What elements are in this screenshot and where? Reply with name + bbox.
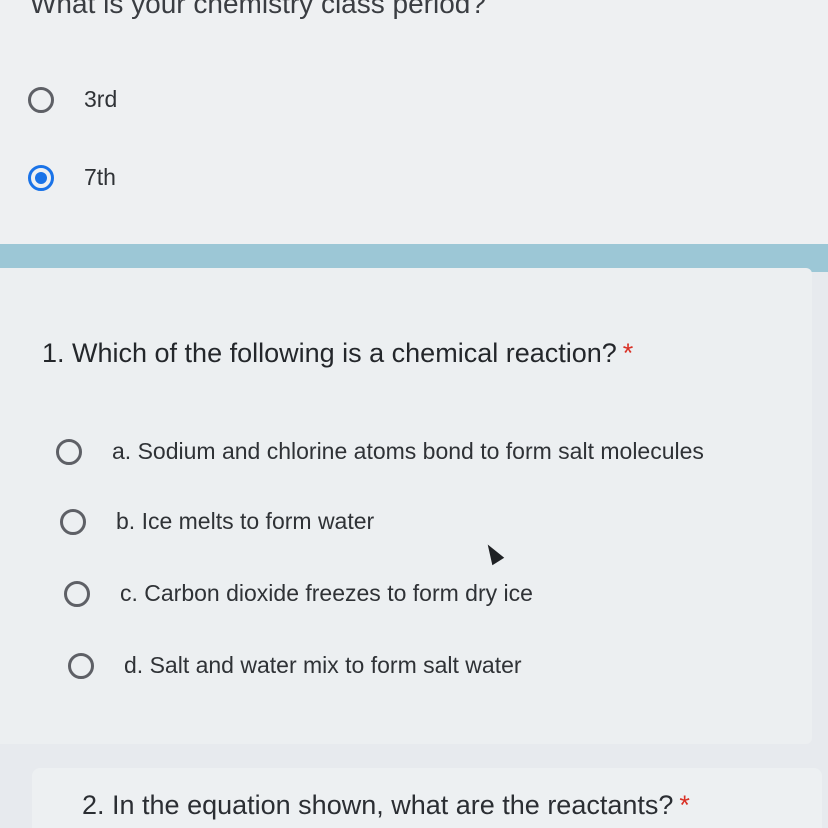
question-title: 1. Which of the following is a chemical …	[42, 338, 633, 369]
option-label: 3rd	[84, 86, 118, 112]
radio-button[interactable]	[68, 652, 94, 679]
option-d[interactable]: d. Salt and water mix to form salt water	[68, 652, 522, 679]
option-label: d. Salt and water mix to form salt water	[124, 652, 522, 678]
option-label: b. Ice melts to form water	[116, 508, 375, 534]
question-card-2: 2. In the equation shown, what are the r…	[32, 768, 822, 828]
option-b[interactable]: b. Ice melts to form water	[60, 508, 374, 535]
option-7th[interactable]: 7th	[28, 164, 116, 191]
radio-button[interactable]	[56, 438, 82, 465]
option-c[interactable]: c. Carbon dioxide freezes to form dry ic…	[64, 580, 533, 607]
option-a[interactable]: a. Sodium and chlorine atoms bond to for…	[56, 438, 704, 465]
option-label: a. Sodium and chlorine atoms bond to for…	[112, 438, 704, 464]
question-card-class-period: What is your chemistry class period? 3rd…	[0, 0, 828, 245]
question-title: 2. In the equation shown, what are the r…	[82, 790, 690, 821]
option-3rd[interactable]: 3rd	[28, 86, 117, 113]
question-card-1: 1. Which of the following is a chemical …	[0, 268, 812, 744]
radio-button[interactable]	[60, 508, 86, 535]
option-label: 7th	[84, 164, 116, 190]
required-asterisk: *	[622, 338, 634, 368]
form-page: What is your chemistry class period? 3rd…	[0, 0, 828, 828]
radio-button-selected[interactable]	[28, 164, 54, 191]
required-asterisk: *	[679, 790, 690, 820]
question-text: 2. In the equation shown, what are the r…	[82, 790, 674, 820]
question-title: What is your chemistry class period?	[30, 0, 486, 19]
radio-button[interactable]	[64, 580, 90, 607]
question-text: 1. Which of the following is a chemical …	[42, 338, 617, 368]
radio-button[interactable]	[28, 86, 54, 113]
option-label: c. Carbon dioxide freezes to form dry ic…	[120, 580, 533, 606]
